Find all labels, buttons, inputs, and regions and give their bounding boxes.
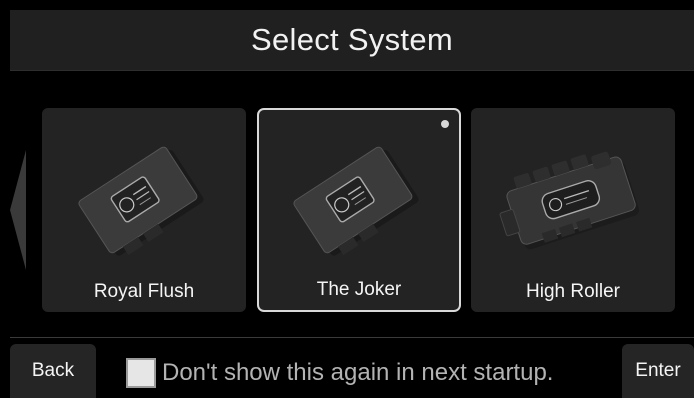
page-title: Select System xyxy=(250,22,454,57)
high-roller-module-icon xyxy=(499,151,640,250)
system-card-high-roller[interactable]: High Roller xyxy=(471,108,675,312)
system-card-label: The Joker xyxy=(316,279,402,300)
enter-button[interactable]: Enter xyxy=(622,344,694,398)
footer-divider xyxy=(10,337,694,338)
dont-show-again-label: Don't show this again in next startup. xyxy=(162,359,554,386)
system-card-label: Royal Flush xyxy=(93,281,195,302)
dont-show-again-checkbox[interactable] xyxy=(126,358,156,388)
startup-option[interactable]: Don't show this again in next startup. xyxy=(126,355,553,391)
system-card-label: High Roller xyxy=(526,281,620,302)
header-bar: Select System xyxy=(10,10,694,71)
system-select-screen: Select System Royal Flush The Joker High… xyxy=(0,0,694,398)
selected-indicator-dot xyxy=(441,120,449,128)
scroll-left-arrow-icon[interactable] xyxy=(10,150,26,270)
system-card-the-joker[interactable]: The Joker xyxy=(257,108,461,312)
back-button[interactable]: Back xyxy=(10,344,96,398)
controller-module-icon xyxy=(78,146,204,256)
system-card-royal-flush[interactable]: Royal Flush xyxy=(42,108,246,312)
controller-module-icon xyxy=(293,146,419,256)
